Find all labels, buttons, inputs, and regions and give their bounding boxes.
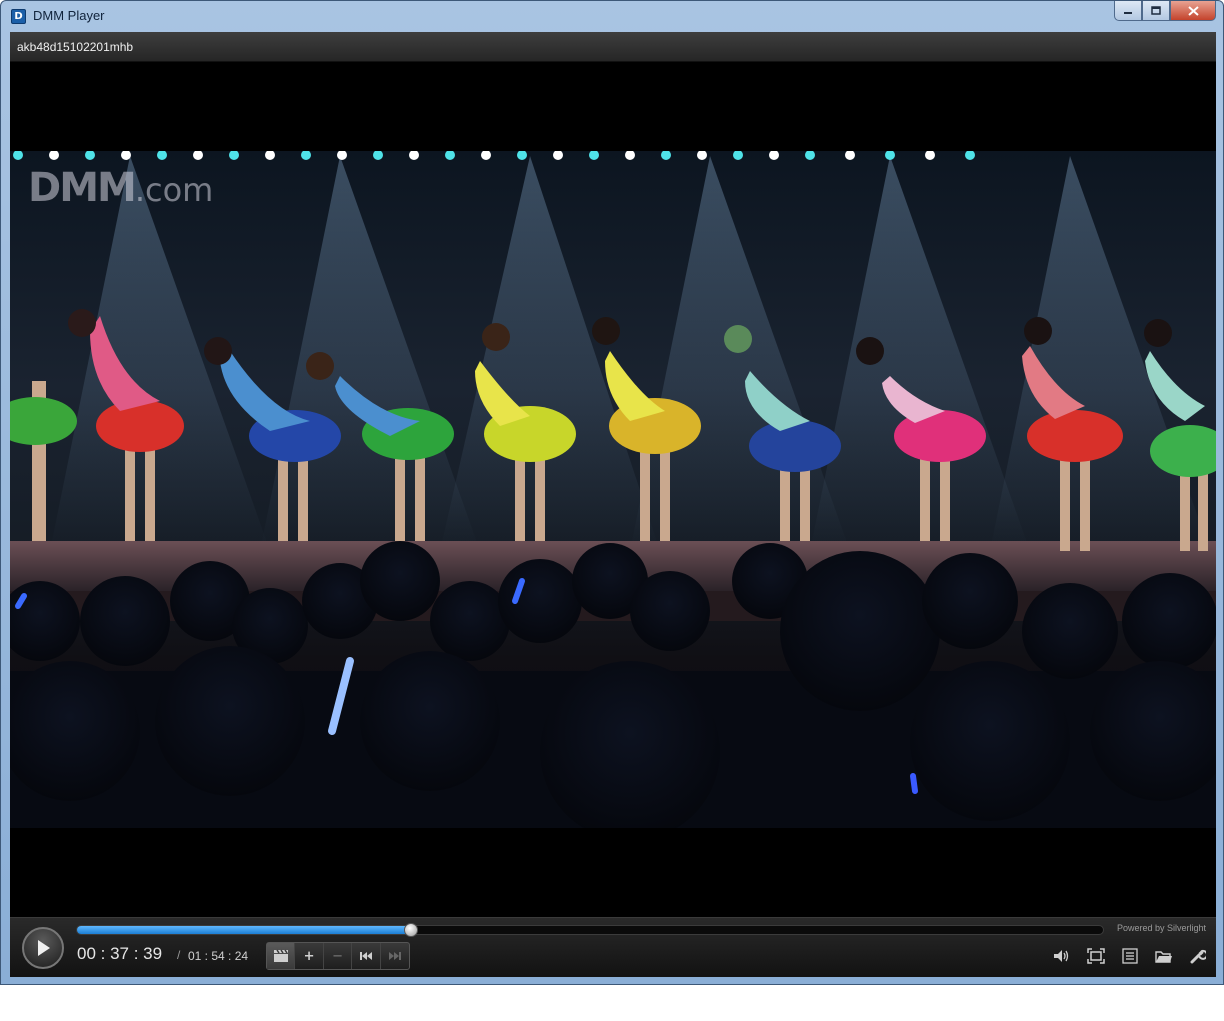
volume-icon	[1053, 949, 1071, 963]
minimize-button[interactable]	[1114, 1, 1142, 21]
folder-icon	[1155, 949, 1173, 964]
chapter-button[interactable]	[267, 943, 296, 969]
time-separator: /	[177, 948, 181, 962]
close-button[interactable]	[1170, 1, 1216, 21]
seek-bar-handle[interactable]	[404, 923, 419, 937]
seek-bar[interactable]	[76, 923, 1104, 937]
dmm-watermark: DMM.com	[28, 165, 213, 211]
video-frame[interactable]: DMM.com	[10, 151, 1216, 828]
add-chapter-button[interactable]: +	[295, 943, 324, 969]
skip-back-icon	[359, 951, 373, 961]
watermark-suffix: .com	[134, 171, 214, 209]
maximize-icon	[1151, 6, 1161, 15]
clapperboard-icon	[273, 949, 289, 963]
seek-bar-played	[77, 926, 412, 934]
next-chapter-button[interactable]	[381, 943, 409, 969]
window-controls	[1114, 1, 1216, 21]
minimize-icon	[1123, 7, 1133, 15]
play-icon	[35, 939, 51, 957]
control-bar: Powered by Silverlight 00 : 37 : 39 / 01…	[10, 917, 1216, 977]
skip-forward-icon	[388, 951, 402, 961]
settings-button[interactable]	[1188, 946, 1208, 966]
close-icon	[1187, 5, 1199, 16]
stage-scene-image	[10, 151, 1216, 828]
remove-chapter-button[interactable]: −	[324, 943, 353, 969]
player-client-area: akb48d15102201mhb DMM.com Powered by Sil…	[10, 32, 1216, 977]
file-name: akb48d15102201mhb	[17, 40, 134, 54]
open-file-button[interactable]	[1154, 946, 1174, 966]
current-time: 00 : 37 : 39	[77, 944, 163, 963]
watermark-main: DMM	[28, 165, 137, 211]
playlist-button[interactable]	[1120, 946, 1140, 966]
previous-chapter-button[interactable]	[352, 943, 381, 969]
fullscreen-button[interactable]	[1086, 946, 1106, 966]
file-name-bar: akb48d15102201mhb	[10, 32, 1216, 62]
play-button[interactable]	[22, 927, 64, 969]
player-window: D DMM Player akb48d15102201mhb DMM.com P…	[0, 0, 1224, 985]
maximize-button[interactable]	[1142, 1, 1170, 21]
window-title: DMM Player	[33, 8, 105, 23]
powered-by-label: Powered by Silverlight	[1116, 923, 1206, 933]
total-time: 01 : 54 : 24	[188, 949, 249, 963]
title-bar[interactable]: D DMM Player	[1, 1, 1223, 31]
video-area[interactable]: DMM.com	[10, 62, 1216, 917]
fullscreen-icon	[1087, 948, 1105, 964]
wrench-icon	[1190, 948, 1206, 964]
right-toolbar	[1052, 946, 1208, 966]
volume-button[interactable]	[1052, 946, 1072, 966]
playlist-icon	[1122, 948, 1138, 964]
chapter-button-group: + −	[266, 942, 410, 970]
app-icon: D	[11, 9, 26, 24]
